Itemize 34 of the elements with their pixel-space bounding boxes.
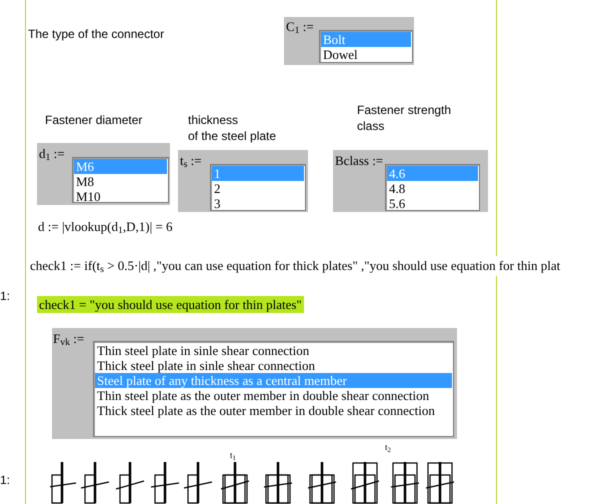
- region-label: 1:: [0, 472, 10, 489]
- list-item[interactable]: 2: [212, 181, 304, 196]
- list-item[interactable]: M10: [74, 189, 167, 204]
- dimension-label: t$_{2}$: [385, 442, 391, 452]
- list-item[interactable]: 4.8: [387, 181, 478, 196]
- list-item[interactable]: Thin steel plate in sinle shear connection: [95, 343, 452, 358]
- list-box[interactable]: M6 M8 M10: [72, 157, 169, 203]
- variable-label: C$_{1}$ :=: [286, 19, 314, 34]
- variable-label: d$_{1}$ :=: [39, 146, 65, 161]
- list-item[interactable]: Thick steel plate as the outer member in double shear connection: [95, 403, 452, 418]
- section-label: of the steel plate: [188, 128, 276, 144]
- list-box[interactable]: Bolt Dowel: [319, 30, 413, 63]
- list-box[interactable]: [93, 341, 454, 437]
- list-item[interactable]: Dowel: [321, 47, 411, 62]
- section-label: thickness: [188, 112, 240, 128]
- variable-label: t$_{s}$ :=: [180, 153, 202, 168]
- list-item[interactable]: M8: [74, 174, 167, 189]
- list-item[interactable]: 5.6: [387, 196, 478, 211]
- list-item[interactable]: 3: [212, 196, 304, 211]
- variable-label: Bclass :=: [335, 153, 384, 168]
- result-value: check1 = "you should use equation for thin plates": [37, 296, 304, 313]
- section-label: class: [357, 118, 386, 134]
- list-box[interactable]: 4.6 4.8 5.6: [385, 164, 480, 211]
- section-label: Fastener diameter: [45, 112, 142, 128]
- section-label: The type of the connector: [28, 26, 164, 43]
- list-item[interactable]: Thick steel plate in sinle shear connection: [95, 358, 452, 373]
- section-label: Fastener strength: [357, 102, 452, 118]
- list-box[interactable]: 1 2 3: [210, 164, 306, 211]
- dimension-label: t$_{1}$: [230, 450, 236, 460]
- formula: check1 := if(t$_{s}$ > 0.5·|d| ,"you can use equation for thick plates" ,"you should use equation for thin plat: [30, 256, 562, 276]
- region-label: 1:: [0, 288, 10, 305]
- list-item[interactable]: Thin steel plate as the outer member in double shear connection: [95, 388, 452, 403]
- variable-label: F$_{vk}$ :=: [53, 331, 84, 346]
- formula: d := |vlookup(d$_{1}$,D,1)| = 6: [38, 218, 173, 236]
